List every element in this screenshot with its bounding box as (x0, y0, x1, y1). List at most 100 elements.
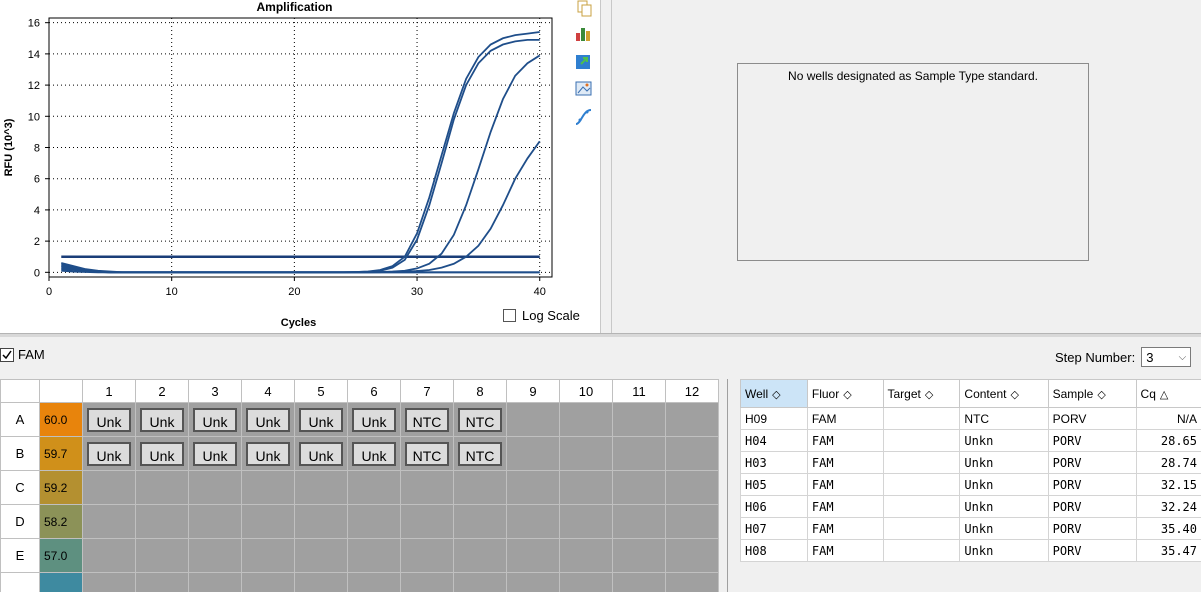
plate-column-header[interactable]: 10 (559, 379, 613, 403)
plate-well[interactable] (453, 538, 507, 573)
well-type-badge[interactable]: Unk (246, 407, 290, 432)
plate-well[interactable] (559, 504, 613, 539)
plate-column-header[interactable]: 3 (188, 379, 242, 403)
results-row[interactable]: H05 FAM Unkn PORV 32.15 (740, 473, 1201, 496)
results-row[interactable]: H06 FAM Unkn PORV 32.24 (740, 495, 1201, 518)
plate-well[interactable] (241, 470, 295, 505)
plate-well[interactable] (294, 572, 348, 592)
plate-well[interactable] (559, 436, 613, 471)
plate-well[interactable] (241, 538, 295, 573)
well-type-badge[interactable]: NTC (458, 441, 502, 466)
plate-well[interactable] (506, 436, 560, 471)
plate-well[interactable] (559, 572, 613, 592)
plate-well[interactable] (612, 538, 666, 573)
plate-well[interactable] (135, 504, 189, 539)
plate-column-header[interactable]: 8 (453, 379, 507, 403)
plate-row-header[interactable]: D (0, 504, 40, 539)
plate-well[interactable]: Unk (241, 402, 295, 437)
plate-well[interactable] (135, 572, 189, 592)
sort-icon[interactable]: ◇ (1010, 389, 1018, 401)
plate-well[interactable]: NTC (453, 402, 507, 437)
plate-column-header[interactable]: 1 (82, 379, 136, 403)
plate-well[interactable] (453, 504, 507, 539)
plate-row-header[interactable]: A (0, 402, 40, 437)
sort-icon[interactable]: ◇ (1097, 389, 1105, 401)
results-row[interactable]: H08 FAM Unkn PORV 35.47 (740, 539, 1201, 562)
plate-well[interactable] (347, 504, 401, 539)
plate-well[interactable]: Unk (347, 436, 401, 471)
plate-well[interactable]: NTC (453, 436, 507, 471)
sort-icon[interactable]: ◇ (772, 389, 780, 401)
plate-well[interactable] (188, 572, 242, 592)
results-column-header[interactable]: Fluor ◇ (806, 379, 884, 408)
well-type-badge[interactable]: NTC (458, 407, 502, 432)
plate-well[interactable] (188, 504, 242, 539)
horizontal-splitter[interactable] (0, 333, 1201, 337)
plate-row-header[interactable]: E (0, 538, 40, 573)
plate-well[interactable] (241, 504, 295, 539)
sort-ascending-icon[interactable]: △ (1160, 389, 1168, 401)
plate-well[interactable] (82, 538, 136, 573)
plate-well[interactable]: Unk (135, 402, 189, 437)
plate-well[interactable] (453, 572, 507, 592)
plate-well[interactable] (400, 504, 454, 539)
plate-column-header[interactable]: 4 (241, 379, 295, 403)
plate-well[interactable] (294, 470, 348, 505)
plate-column-header[interactable]: 11 (612, 379, 666, 403)
plate-column-header[interactable]: 2 (135, 379, 189, 403)
well-type-badge[interactable]: Unk (140, 441, 184, 466)
results-column-header[interactable]: Target ◇ (882, 379, 961, 408)
log-scale-checkbox[interactable]: Log Scale (503, 308, 580, 323)
plate-column-header[interactable]: 12 (665, 379, 719, 403)
plate-well[interactable] (400, 572, 454, 592)
plate-well[interactable] (241, 572, 295, 592)
vertical-splitter[interactable] (600, 0, 612, 333)
results-row[interactable]: H09 FAM NTC PORV N/A (740, 407, 1201, 430)
plate-well[interactable] (188, 538, 242, 573)
fluor-selector[interactable]: FAM (0, 340, 45, 368)
plate-well[interactable] (400, 538, 454, 573)
log-scale-box[interactable] (503, 309, 516, 322)
plate-well[interactable] (135, 470, 189, 505)
plate-well[interactable] (506, 402, 560, 437)
plate-well[interactable]: Unk (188, 402, 242, 437)
plate-well[interactable]: Unk (241, 436, 295, 471)
results-row[interactable]: H04 FAM Unkn PORV 28.65 (740, 429, 1201, 452)
plate-column-header[interactable]: 7 (400, 379, 454, 403)
plate-well[interactable] (453, 470, 507, 505)
results-row[interactable]: H07 FAM Unkn PORV 35.40 (740, 517, 1201, 540)
results-row[interactable]: H03 FAM Unkn PORV 28.74 (740, 451, 1201, 474)
plate-well[interactable] (294, 504, 348, 539)
plate-well[interactable] (665, 402, 719, 437)
plate-well[interactable] (506, 504, 560, 539)
plate-well[interactable] (559, 470, 613, 505)
well-type-badge[interactable]: NTC (405, 407, 449, 432)
well-type-badge[interactable]: Unk (352, 407, 396, 432)
well-type-badge[interactable]: Unk (140, 407, 184, 432)
plate-well[interactable]: NTC (400, 402, 454, 437)
plate-column-header[interactable]: 9 (506, 379, 560, 403)
plate-row-header[interactable] (0, 572, 40, 592)
plate-well[interactable] (506, 538, 560, 573)
plate-well[interactable] (82, 572, 136, 592)
plate-well[interactable]: Unk (82, 402, 136, 437)
plate-well[interactable] (665, 436, 719, 471)
plate-well[interactable]: Unk (188, 436, 242, 471)
plate-well[interactable] (665, 470, 719, 505)
well-type-badge[interactable]: Unk (299, 407, 343, 432)
plate-well[interactable] (82, 504, 136, 539)
plate-well[interactable] (294, 538, 348, 573)
plate-well[interactable] (347, 572, 401, 592)
well-type-badge[interactable]: Unk (246, 441, 290, 466)
plate-well[interactable] (612, 402, 666, 437)
plate-well[interactable] (506, 470, 560, 505)
well-type-badge[interactable]: Unk (299, 441, 343, 466)
plate-well[interactable]: Unk (294, 402, 348, 437)
sort-icon[interactable]: ◇ (843, 389, 851, 401)
plate-well[interactable]: Unk (82, 436, 136, 471)
plate-row-header[interactable]: B (0, 436, 40, 471)
plate-well[interactable] (347, 470, 401, 505)
plate-column-header[interactable]: 5 (294, 379, 348, 403)
plate-well[interactable]: Unk (347, 402, 401, 437)
results-column-header[interactable]: Well ◇ (740, 379, 808, 408)
